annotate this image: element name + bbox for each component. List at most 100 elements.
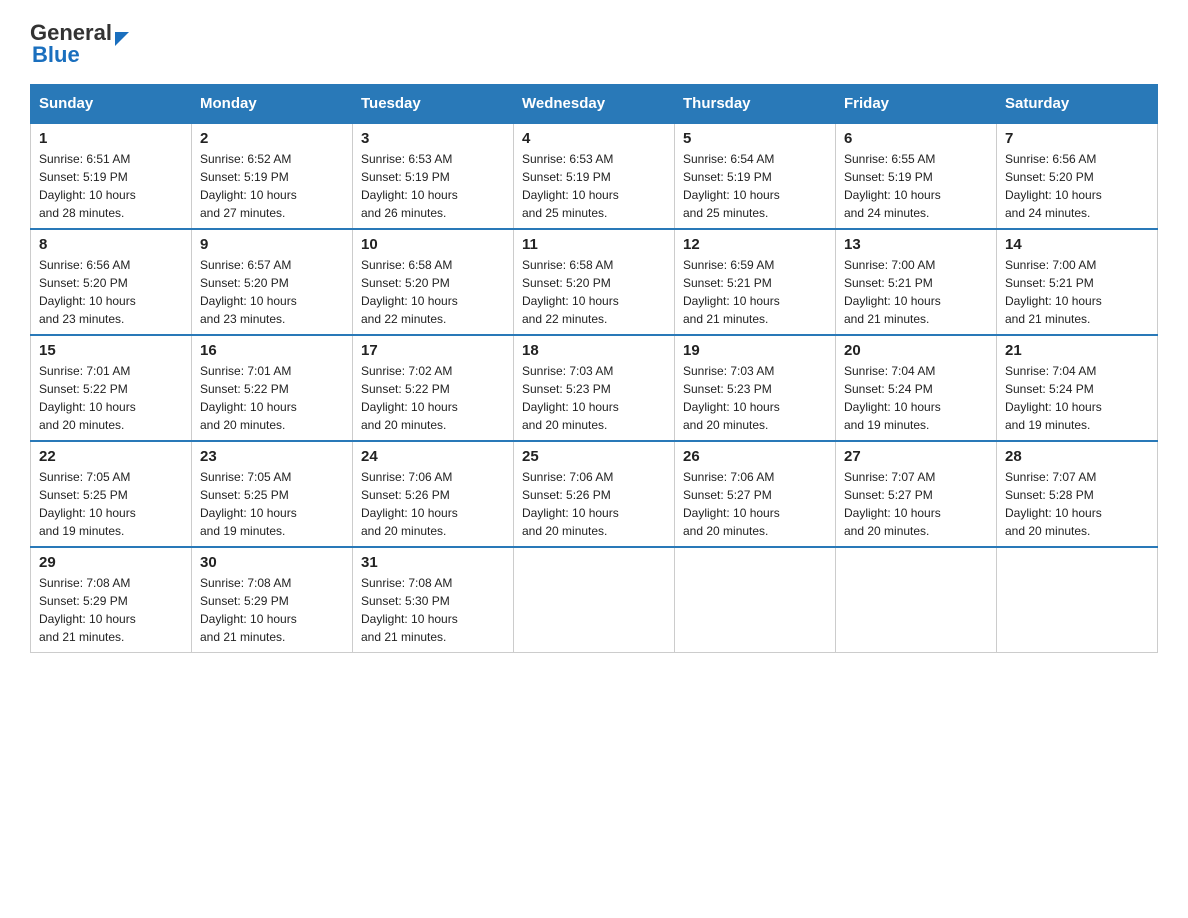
day-info: Sunrise: 7:04 AMSunset: 5:24 PMDaylight:… bbox=[1005, 364, 1102, 432]
calendar-cell: 27 Sunrise: 7:07 AMSunset: 5:27 PMDaylig… bbox=[836, 441, 997, 547]
day-info: Sunrise: 6:53 AMSunset: 5:19 PMDaylight:… bbox=[522, 152, 619, 220]
weekday-header-monday: Monday bbox=[192, 85, 353, 124]
calendar-cell: 30 Sunrise: 7:08 AMSunset: 5:29 PMDaylig… bbox=[192, 547, 353, 653]
day-number: 23 bbox=[200, 448, 344, 465]
day-info: Sunrise: 7:08 AMSunset: 5:29 PMDaylight:… bbox=[39, 576, 136, 644]
day-info: Sunrise: 7:06 AMSunset: 5:27 PMDaylight:… bbox=[683, 470, 780, 538]
day-info: Sunrise: 7:00 AMSunset: 5:21 PMDaylight:… bbox=[844, 258, 941, 326]
calendar-cell: 11 Sunrise: 6:58 AMSunset: 5:20 PMDaylig… bbox=[514, 229, 675, 335]
day-number: 25 bbox=[522, 448, 666, 465]
calendar-cell: 3 Sunrise: 6:53 AMSunset: 5:19 PMDayligh… bbox=[353, 123, 514, 229]
day-info: Sunrise: 7:03 AMSunset: 5:23 PMDaylight:… bbox=[522, 364, 619, 432]
day-info: Sunrise: 7:05 AMSunset: 5:25 PMDaylight:… bbox=[200, 470, 297, 538]
calendar-cell: 7 Sunrise: 6:56 AMSunset: 5:20 PMDayligh… bbox=[997, 123, 1158, 229]
calendar-cell bbox=[675, 547, 836, 653]
day-number: 3 bbox=[361, 130, 505, 147]
day-number: 28 bbox=[1005, 448, 1149, 465]
calendar-cell: 23 Sunrise: 7:05 AMSunset: 5:25 PMDaylig… bbox=[192, 441, 353, 547]
calendar-cell: 22 Sunrise: 7:05 AMSunset: 5:25 PMDaylig… bbox=[31, 441, 192, 547]
calendar-cell: 29 Sunrise: 7:08 AMSunset: 5:29 PMDaylig… bbox=[31, 547, 192, 653]
day-number: 16 bbox=[200, 342, 344, 359]
logo-blue-text: Blue bbox=[32, 42, 80, 68]
day-info: Sunrise: 7:01 AMSunset: 5:22 PMDaylight:… bbox=[200, 364, 297, 432]
calendar-cell: 16 Sunrise: 7:01 AMSunset: 5:22 PMDaylig… bbox=[192, 335, 353, 441]
day-info: Sunrise: 7:02 AMSunset: 5:22 PMDaylight:… bbox=[361, 364, 458, 432]
calendar-cell: 18 Sunrise: 7:03 AMSunset: 5:23 PMDaylig… bbox=[514, 335, 675, 441]
calendar-table: SundayMondayTuesdayWednesdayThursdayFrid… bbox=[30, 84, 1158, 653]
day-number: 26 bbox=[683, 448, 827, 465]
day-info: Sunrise: 7:06 AMSunset: 5:26 PMDaylight:… bbox=[361, 470, 458, 538]
calendar-cell: 5 Sunrise: 6:54 AMSunset: 5:19 PMDayligh… bbox=[675, 123, 836, 229]
weekday-header-row: SundayMondayTuesdayWednesdayThursdayFrid… bbox=[31, 85, 1158, 124]
calendar-cell: 15 Sunrise: 7:01 AMSunset: 5:22 PMDaylig… bbox=[31, 335, 192, 441]
weekday-header-tuesday: Tuesday bbox=[353, 85, 514, 124]
weekday-header-sunday: Sunday bbox=[31, 85, 192, 124]
day-number: 30 bbox=[200, 554, 344, 571]
calendar-cell: 6 Sunrise: 6:55 AMSunset: 5:19 PMDayligh… bbox=[836, 123, 997, 229]
calendar-week-row: 15 Sunrise: 7:01 AMSunset: 5:22 PMDaylig… bbox=[31, 335, 1158, 441]
calendar-cell: 1 Sunrise: 6:51 AMSunset: 5:19 PMDayligh… bbox=[31, 123, 192, 229]
day-info: Sunrise: 6:56 AMSunset: 5:20 PMDaylight:… bbox=[39, 258, 136, 326]
day-number: 15 bbox=[39, 342, 183, 359]
calendar-cell: 8 Sunrise: 6:56 AMSunset: 5:20 PMDayligh… bbox=[31, 229, 192, 335]
day-info: Sunrise: 7:08 AMSunset: 5:29 PMDaylight:… bbox=[200, 576, 297, 644]
day-info: Sunrise: 6:55 AMSunset: 5:19 PMDaylight:… bbox=[844, 152, 941, 220]
day-info: Sunrise: 6:54 AMSunset: 5:19 PMDaylight:… bbox=[683, 152, 780, 220]
day-info: Sunrise: 6:58 AMSunset: 5:20 PMDaylight:… bbox=[522, 258, 619, 326]
weekday-header-saturday: Saturday bbox=[997, 85, 1158, 124]
day-number: 8 bbox=[39, 236, 183, 253]
calendar-week-row: 22 Sunrise: 7:05 AMSunset: 5:25 PMDaylig… bbox=[31, 441, 1158, 547]
calendar-cell: 12 Sunrise: 6:59 AMSunset: 5:21 PMDaylig… bbox=[675, 229, 836, 335]
day-info: Sunrise: 6:58 AMSunset: 5:20 PMDaylight:… bbox=[361, 258, 458, 326]
calendar-cell bbox=[836, 547, 997, 653]
day-number: 29 bbox=[39, 554, 183, 571]
day-number: 11 bbox=[522, 236, 666, 253]
calendar-cell: 4 Sunrise: 6:53 AMSunset: 5:19 PMDayligh… bbox=[514, 123, 675, 229]
day-info: Sunrise: 7:07 AMSunset: 5:27 PMDaylight:… bbox=[844, 470, 941, 538]
calendar-week-row: 8 Sunrise: 6:56 AMSunset: 5:20 PMDayligh… bbox=[31, 229, 1158, 335]
calendar-cell: 26 Sunrise: 7:06 AMSunset: 5:27 PMDaylig… bbox=[675, 441, 836, 547]
calendar-cell: 19 Sunrise: 7:03 AMSunset: 5:23 PMDaylig… bbox=[675, 335, 836, 441]
logo-triangle bbox=[115, 32, 129, 46]
day-info: Sunrise: 7:05 AMSunset: 5:25 PMDaylight:… bbox=[39, 470, 136, 538]
day-number: 14 bbox=[1005, 236, 1149, 253]
calendar-cell: 28 Sunrise: 7:07 AMSunset: 5:28 PMDaylig… bbox=[997, 441, 1158, 547]
calendar-cell: 20 Sunrise: 7:04 AMSunset: 5:24 PMDaylig… bbox=[836, 335, 997, 441]
day-info: Sunrise: 6:52 AMSunset: 5:19 PMDaylight:… bbox=[200, 152, 297, 220]
calendar-cell: 14 Sunrise: 7:00 AMSunset: 5:21 PMDaylig… bbox=[997, 229, 1158, 335]
calendar-cell: 2 Sunrise: 6:52 AMSunset: 5:19 PMDayligh… bbox=[192, 123, 353, 229]
calendar-cell: 17 Sunrise: 7:02 AMSunset: 5:22 PMDaylig… bbox=[353, 335, 514, 441]
day-number: 21 bbox=[1005, 342, 1149, 359]
page-header: General Blue bbox=[30, 20, 1158, 68]
day-info: Sunrise: 7:07 AMSunset: 5:28 PMDaylight:… bbox=[1005, 470, 1102, 538]
day-number: 22 bbox=[39, 448, 183, 465]
day-number: 6 bbox=[844, 130, 988, 147]
day-number: 5 bbox=[683, 130, 827, 147]
day-number: 24 bbox=[361, 448, 505, 465]
day-info: Sunrise: 7:03 AMSunset: 5:23 PMDaylight:… bbox=[683, 364, 780, 432]
day-number: 18 bbox=[522, 342, 666, 359]
day-number: 13 bbox=[844, 236, 988, 253]
day-number: 10 bbox=[361, 236, 505, 253]
day-info: Sunrise: 6:59 AMSunset: 5:21 PMDaylight:… bbox=[683, 258, 780, 326]
day-number: 2 bbox=[200, 130, 344, 147]
day-info: Sunrise: 7:04 AMSunset: 5:24 PMDaylight:… bbox=[844, 364, 941, 432]
day-info: Sunrise: 7:06 AMSunset: 5:26 PMDaylight:… bbox=[522, 470, 619, 538]
day-number: 27 bbox=[844, 448, 988, 465]
weekday-header-thursday: Thursday bbox=[675, 85, 836, 124]
day-number: 4 bbox=[522, 130, 666, 147]
day-info: Sunrise: 7:00 AMSunset: 5:21 PMDaylight:… bbox=[1005, 258, 1102, 326]
day-number: 12 bbox=[683, 236, 827, 253]
calendar-week-row: 29 Sunrise: 7:08 AMSunset: 5:29 PMDaylig… bbox=[31, 547, 1158, 653]
day-info: Sunrise: 6:57 AMSunset: 5:20 PMDaylight:… bbox=[200, 258, 297, 326]
day-number: 7 bbox=[1005, 130, 1149, 147]
day-number: 19 bbox=[683, 342, 827, 359]
day-number: 20 bbox=[844, 342, 988, 359]
day-number: 9 bbox=[200, 236, 344, 253]
calendar-cell bbox=[997, 547, 1158, 653]
calendar-cell: 25 Sunrise: 7:06 AMSunset: 5:26 PMDaylig… bbox=[514, 441, 675, 547]
day-info: Sunrise: 7:08 AMSunset: 5:30 PMDaylight:… bbox=[361, 576, 458, 644]
calendar-cell: 9 Sunrise: 6:57 AMSunset: 5:20 PMDayligh… bbox=[192, 229, 353, 335]
calendar-cell: 13 Sunrise: 7:00 AMSunset: 5:21 PMDaylig… bbox=[836, 229, 997, 335]
calendar-cell bbox=[514, 547, 675, 653]
